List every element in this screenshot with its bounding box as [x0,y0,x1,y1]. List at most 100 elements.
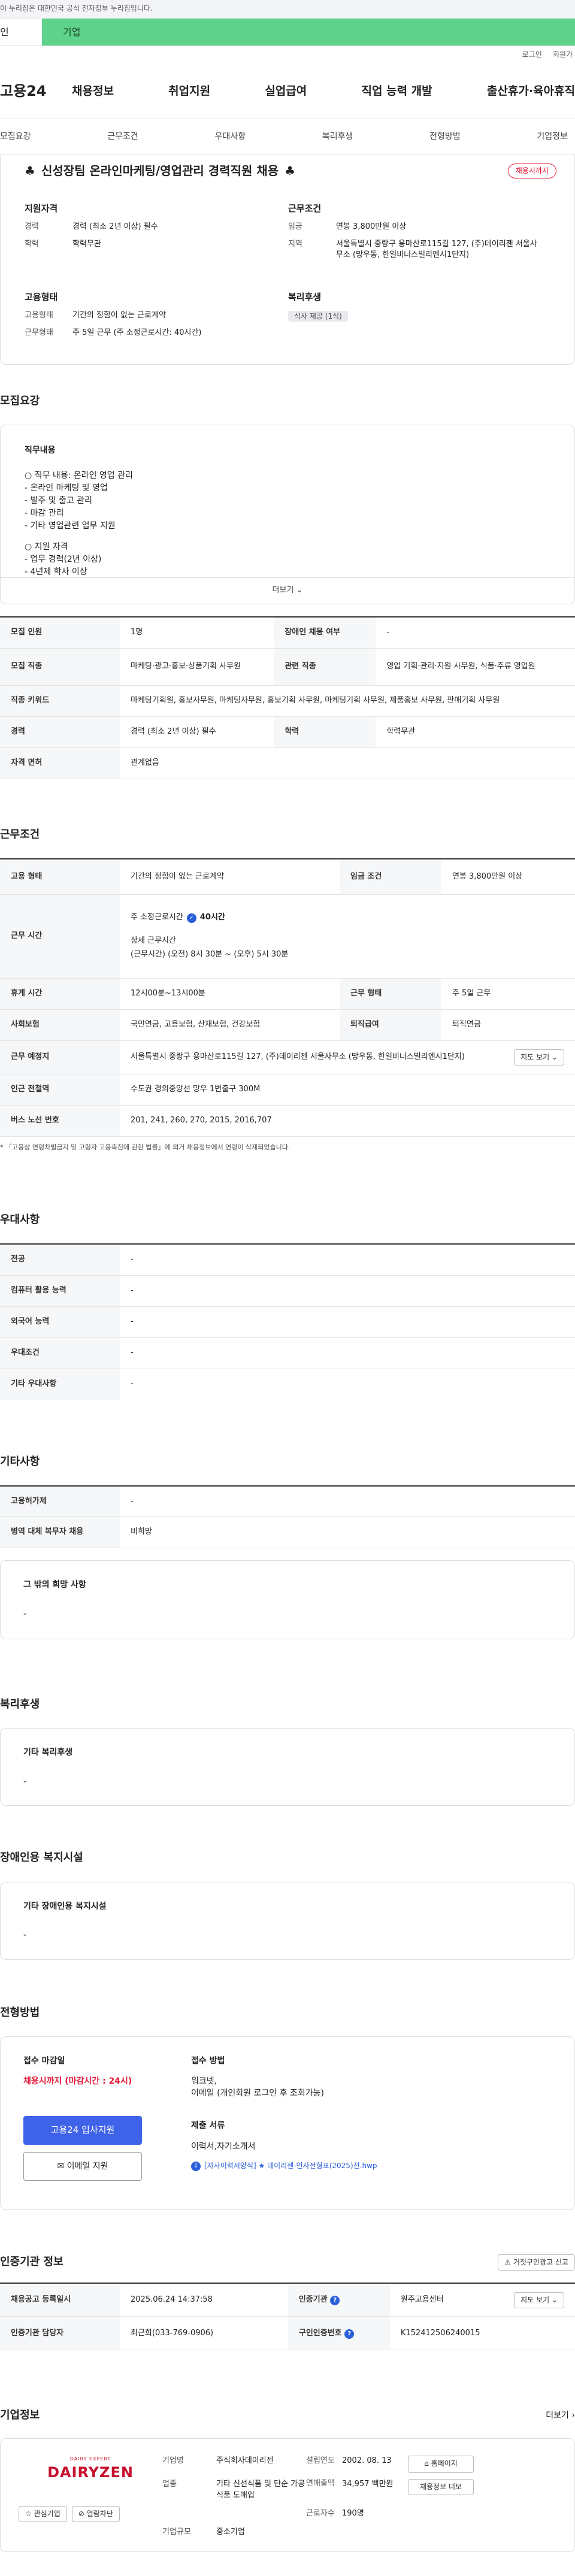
subnav-company[interactable]: 기업정보 [537,131,568,143]
weekly-hours-value: 40시간 [199,913,225,922]
th: 모집 직종 [0,648,120,686]
user-type-tabs: 인 기업 [0,19,575,46]
revenue-value: 34,957 백만원 [342,2479,394,2489]
etc-section-title: 기타사항 [0,1455,40,1468]
th: 기타 우대사항 [0,1369,120,1400]
gnb-item-unemployment[interactable]: 실업급여 [265,83,307,100]
jd-line: - 발주 및 출고 관리 [25,496,93,506]
jd-line: - 온라인 마케팅 및 영업 [25,483,108,494]
th: 근무 예정지 [0,1040,120,1075]
founded-label: 설립연도 [306,2456,335,2465]
td: - [120,1243,575,1276]
more-button[interactable]: 더보기 ⌄ [1,577,574,604]
attachment-link[interactable]: [자사이력서양식] ★ 데이리젠-인사전형표(2025)선.hwp [204,2161,377,2171]
location-value: 서울특별시 중랑구 용마산로115길 127, (주)데이리젠 서울사무소 (망… [336,239,537,260]
jd-line: - 마감 관리 [25,508,64,519]
cert-org-label: 인증기관 [298,2295,328,2304]
industry-value: 기타 신선식품 및 단순 가공식품 도매업 [216,2479,305,2500]
td: - [120,1275,575,1307]
td: - [120,1369,575,1400]
td: 주 5일 근무 [441,978,575,1010]
join-link[interactable]: 회원가 [553,50,573,60]
th: 임금 조건 [339,858,441,895]
td: - [376,616,575,649]
jd-line [25,532,550,541]
cert-section-title: 인증기관 정보 [0,2256,63,2269]
selection-box: 접수 마감일 채용시까지 (마감시간 : 24시) 고용24 입사지원 ✉ 이메… [0,2036,575,2210]
jd-line: ○ 지원 자격 [25,542,68,552]
td: 퇴직연금 [441,1009,575,1042]
th: 사회보험 [0,1009,120,1042]
gnb-item-parental-leave[interactable]: 출산휴가·육아휴직 [487,83,575,100]
cert-number-label: 구인인증번호 [298,2328,342,2338]
pay-value: 연봉 3,800만원 이상 [336,222,407,231]
subnav-welfare[interactable]: 복리후생 [322,131,353,143]
homepage-button[interactable]: ⌂ 홈페이지 [408,2455,474,2473]
td: 학력무관 [376,716,575,748]
th: 근무 시간 [0,894,120,979]
td: 국민연금, 고용보험, 산재보험, 건강보험 [120,1009,340,1042]
subnav-recruit[interactable]: 모집요강 [0,131,31,143]
gov-banner: 이 누리집은 대한민국 공식 전자정부 누리집입니다. [0,0,575,19]
tab-company[interactable]: 기업 [42,19,575,46]
apply-button[interactable]: 고용24 입사지원 [23,2116,142,2145]
preference-table: 전공 - 컴퓨터 활용 능력 - 외국어 능력 - 우대조건 - 기타 우대사항 - [0,1243,575,1400]
company-name-value: 주식회사데이리젠 [216,2456,274,2465]
tab-personal[interactable]: 인 [0,19,42,46]
gov-banner-text: 이 누리집은 대한민국 공식 전자정부 누리집입니다. [0,4,153,13]
job-title: ♣ 신성장팀 온라인마케팅/영업관리 경력직원 채용 ♣ [25,155,574,180]
subnav-selection[interactable]: 전형방법 [429,131,461,143]
site-logo[interactable]: 고용24 [0,81,72,102]
disability-value: - [23,1930,27,1940]
detail-hours-value: (근무시간) (오전) 8시 30분 ~ (오후) 5시 30분 [131,950,289,959]
gnb-item-jobs[interactable]: 채용정보 [72,83,114,100]
work-hours-cell: 주 소정근로시간 ✓ 40시간 상세 근무시간 (근무시간) (오전) 8시 30분… [120,894,575,979]
gnb-item-employment-support[interactable]: 취업지원 [168,83,210,100]
gnb-item-training[interactable]: 직업 능력 개발 [362,83,432,100]
more-jobs-button[interactable]: 채용정보 더보 [408,2478,474,2496]
favorite-company-button[interactable]: ☆ 관심기업 [19,2505,67,2523]
td: 연봉 3,800만원 이상 [441,858,575,895]
td: - [120,1485,575,1518]
attachment-icon: ⇩ [191,2161,201,2171]
cert-org-value: 원주고용센터 [400,2295,444,2304]
recruit-section-title: 모집요강 [0,395,40,407]
job-description-box: 직무내용 ○ 직무 내용: 온라인 영업 관리 - 온라인 마케팅 및 영업 -… [0,425,575,605]
employment-type-heading: 고용형태 [25,292,58,303]
block-view-button[interactable]: ⊘ 열람차단 [71,2505,120,2523]
workplace-value: 서울특별시 중랑구 용마산로115길 127, (주)데이리젠 서울사무소 (망… [131,1052,465,1062]
login-link[interactable]: 로그인 [522,50,542,60]
th: 컴퓨터 활용 능력 [0,1275,120,1307]
th: 외국어 능력 [0,1306,120,1338]
job-title-text: 신성장팀 온라인마케팅/영업관리 경력직원 채용 [41,164,279,178]
jd-line: - 기타 영업관련 업무 지원 [25,521,116,531]
report-button[interactable]: ⚠ 거짓구인광고 신고 [498,2254,575,2271]
work-table: 고용 형태 기간의 정함이 없는 근로계약 임금 조건 연봉 3,800만원 이상 근… [0,858,575,1137]
experience-value: 경력 (최소 2년 이상) 필수 [72,222,158,231]
club-icon: ♣ [25,164,35,178]
td: 경력 (최소 2년 이상) 필수 [120,716,274,748]
industry-label: 업종 [162,2479,177,2489]
td: - [120,1306,575,1338]
deadline-badge: 채용시까지 [507,164,556,179]
attachment[interactable]: ⇩ [자사이력서양식] ★ 데이리젠-인사전형표(2025)선.hwp [191,2161,377,2171]
revenue-label: 연매출액 [306,2478,335,2488]
subnav-conditions[interactable]: 근무조건 [107,131,138,143]
th: 우대조건 [0,1337,120,1369]
th: 고용 형태 [0,858,120,895]
pay-label: 임금 [288,222,302,231]
td: 2025.06.24 14:37:58 [120,2282,288,2317]
etc-table: 고용허가제 - 병역 대체 복무자 채용 비희망 [0,1485,575,1549]
welfare-value: - [23,1776,27,1787]
info-icon[interactable]: ? [330,2296,340,2306]
map-button[interactable]: 지도 보기 ⌄ [514,1049,564,1066]
email-apply-button[interactable]: ✉ 이메일 지원 [23,2152,142,2181]
th: 관련 직종 [274,648,376,686]
subnav-preference[interactable]: 우대사항 [215,131,246,143]
cert-map-button[interactable]: 지도 보기 ⌄ [514,2292,564,2308]
company-more-link[interactable]: 더보기 › [546,2409,575,2421]
th: 전공 [0,1243,120,1276]
td: 수도권 경의중앙선 망우 1번출구 300M [120,1074,575,1106]
info-icon[interactable]: ? [344,2329,355,2339]
utility-links: 로그인 회원가 [0,46,575,64]
